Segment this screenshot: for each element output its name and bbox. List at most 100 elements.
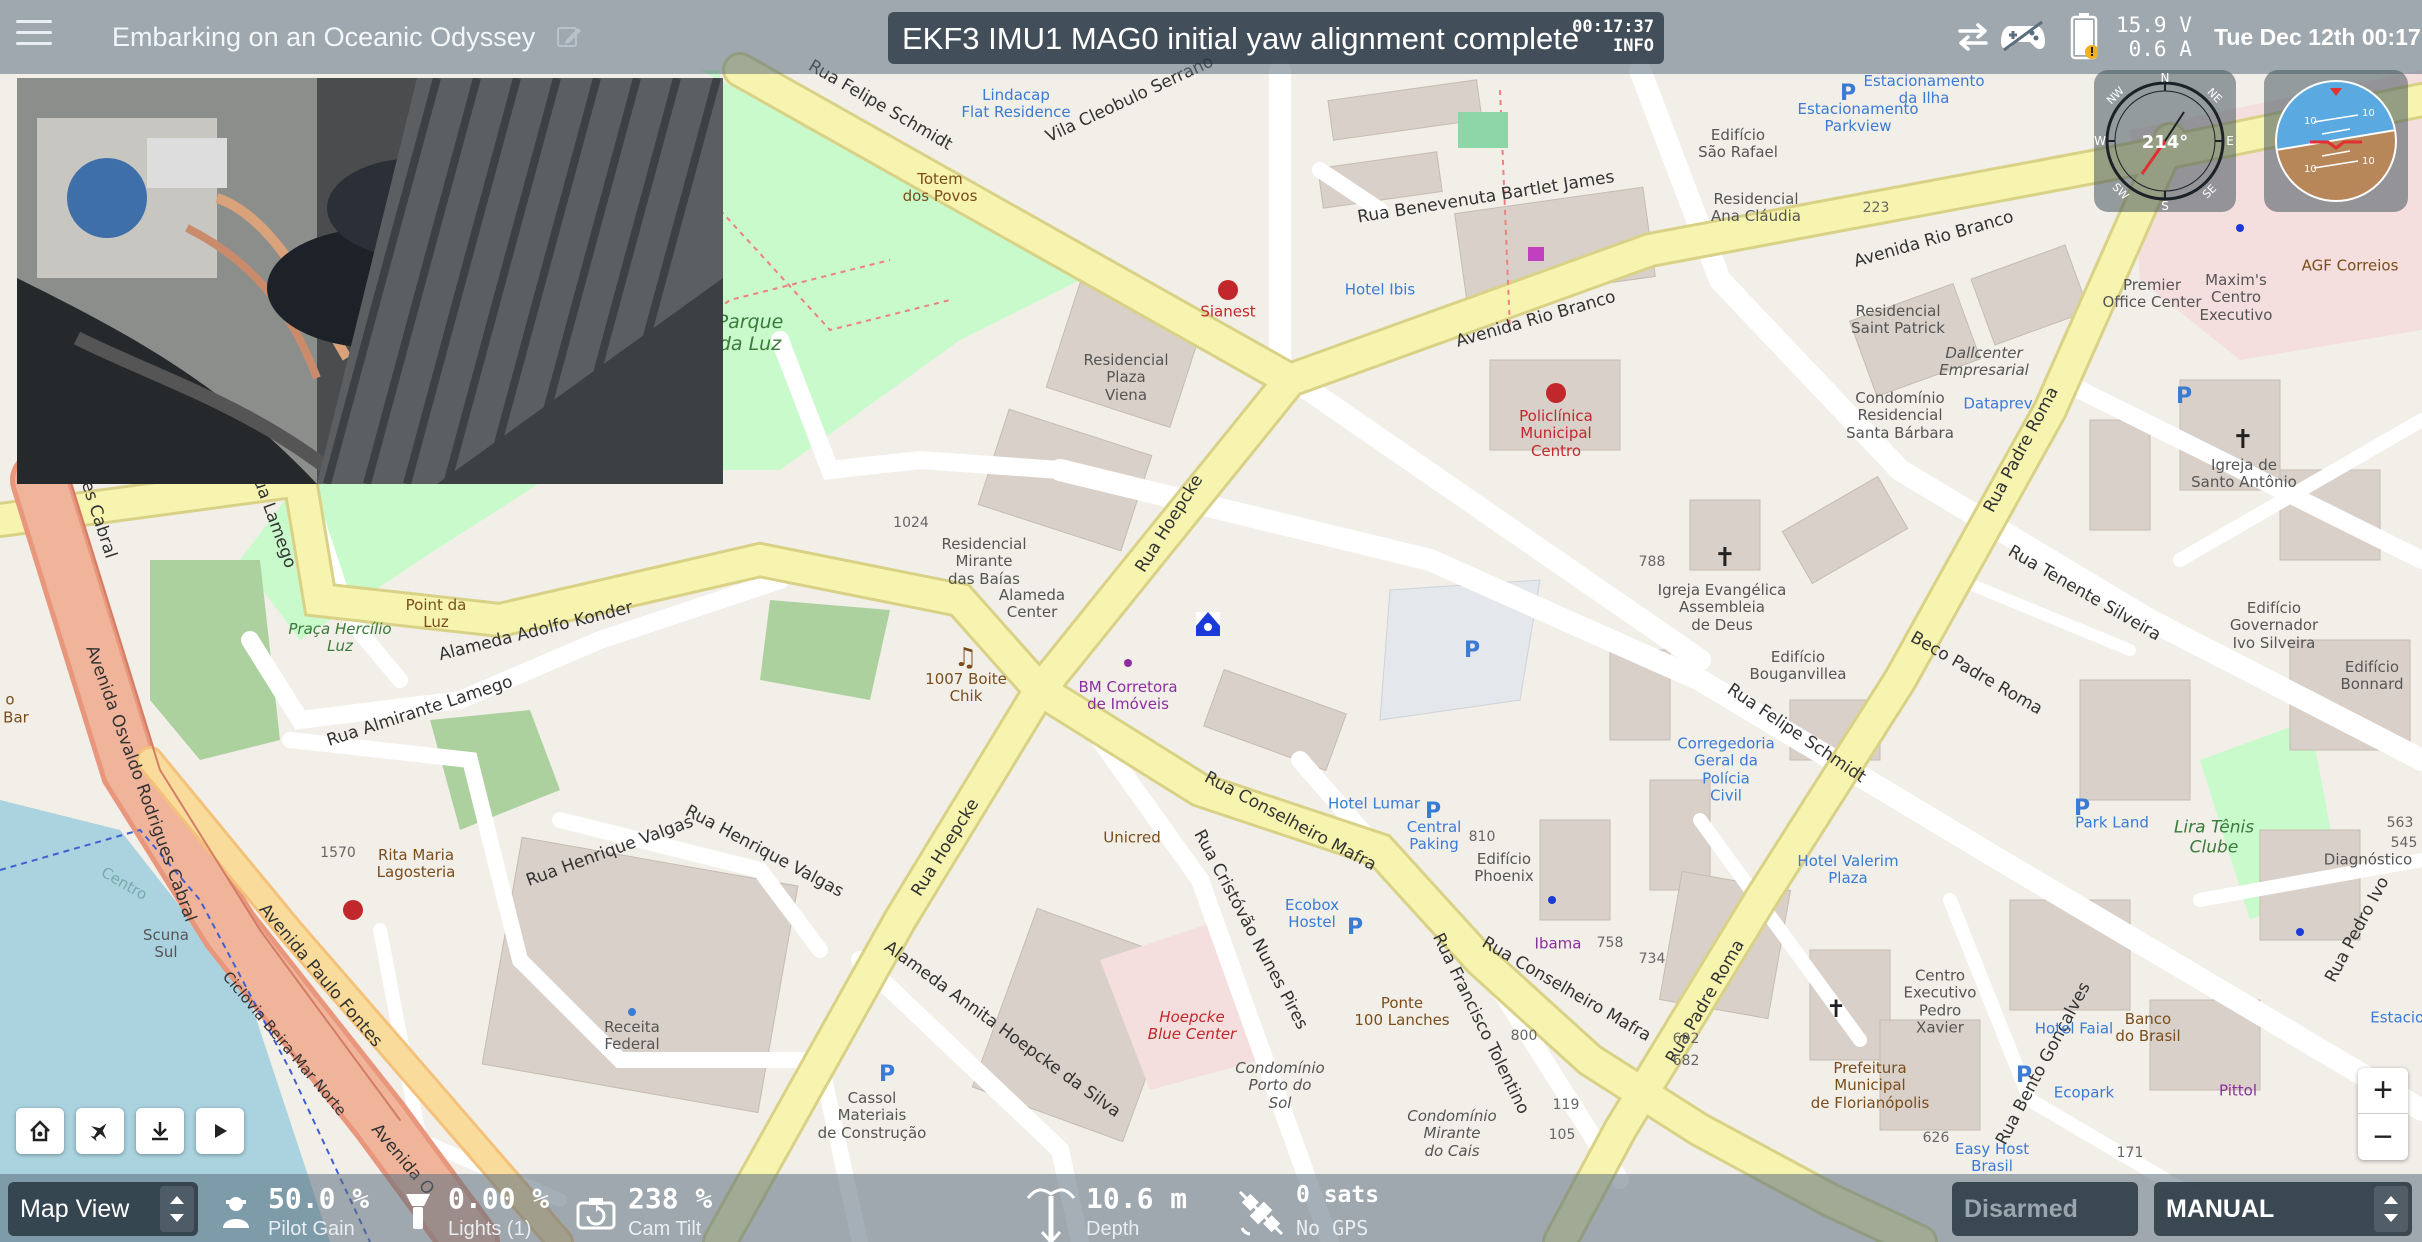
map-label: 626 [1922, 1129, 1950, 1146]
download-mission-button[interactable] [136, 1108, 184, 1154]
ground-control-screen: P P P P P P P P ✝ ✝ ✝ ♫ Rua Felipe Schmi… [0, 0, 2422, 1242]
compass-n: N [2161, 71, 2170, 85]
battery-current: 0.6 A [2128, 37, 2192, 62]
map-label: 810 [1468, 828, 1496, 845]
map-label: 1024 [893, 514, 929, 531]
gps-value: 0 sats [1296, 1182, 1380, 1208]
pitch-mark: 10 [2304, 116, 2317, 127]
map-label: AGF Correios [2301, 256, 2399, 275]
battery-readout: 15.9 V 0.6 A [2116, 13, 2192, 61]
vehicle-focus-button[interactable] [76, 1108, 124, 1154]
map-label: 563 [2386, 814, 2414, 831]
map-label: Cassol Materiais de Construção [817, 1089, 927, 1142]
attitude-indicator[interactable]: 10 10 10 10 [2264, 70, 2408, 212]
start-mission-button[interactable] [196, 1108, 244, 1154]
camera-video-feed[interactable] [17, 78, 723, 484]
map-label: 119 [1552, 1096, 1580, 1113]
map-label: 105 [1548, 1126, 1576, 1143]
map-label: 1570 [320, 844, 356, 861]
mission-title[interactable]: Embarking on an Oceanic Odyssey [112, 22, 535, 53]
pilot-gain-value: 50.0 % [268, 1182, 370, 1215]
map-label: Rita Maria Lagosteria [376, 845, 456, 881]
gamepad-icon[interactable] [2000, 20, 2046, 54]
connection-arrows-icon[interactable] [1956, 20, 1990, 54]
map-label: 545 [2390, 834, 2418, 851]
pitch-mark: 10 [2304, 164, 2317, 175]
vehicle-home-marker [1196, 612, 1220, 636]
lights-widget[interactable]: 0.00 % Lights (1) [400, 1182, 570, 1242]
pilot-icon [223, 1197, 249, 1228]
pitch-mark: 10 [2362, 156, 2375, 167]
gps-widget[interactable]: 0 sats No GPS [1236, 1182, 1416, 1242]
airplane-icon [90, 1123, 107, 1142]
menu-icon[interactable] [16, 20, 52, 54]
map-label: Maxim's Centro Executivo [2199, 271, 2273, 324]
map-label: Residencial Mirante das Baías [941, 535, 1027, 588]
zoom-out-button[interactable]: − [2358, 1114, 2408, 1160]
svg-text:✝: ✝ [2232, 425, 2254, 455]
edit-icon[interactable] [556, 24, 582, 50]
map-label: Estacionamento Parkview [1797, 99, 1919, 135]
map-label: o [5, 690, 15, 709]
map-label: Ibama [1534, 934, 1582, 953]
map-label: Hoepcke Blue Center [1147, 1007, 1237, 1043]
arm-toggle[interactable]: Disarmed [1952, 1182, 2138, 1236]
map-label: Prefeitura Municipal de Florianópolis [1810, 1059, 1930, 1112]
map-label: 758 [1596, 934, 1624, 951]
map-label: Ecobox Hostel [1284, 895, 1340, 931]
compass-e: E [2226, 134, 2234, 148]
status-message-box[interactable]: EKF3 IMU1 MAG0 initial yaw alignment com… [888, 12, 1664, 64]
map-label: Praça Hercílio Luz [288, 619, 392, 655]
status-timestamp: 00:17:37 INFO [1572, 18, 1654, 55]
map-label: Edifício Bouganvillea [1749, 647, 1847, 683]
compass-nw: NW [2104, 84, 2127, 107]
flight-mode-selector[interactable]: MANUAL [2154, 1182, 2412, 1236]
map-label: Residencial Saint Patrick [1851, 301, 1945, 337]
map-label: Hotel Ibis [1344, 280, 1416, 299]
compass-widget[interactable]: N S W E NW NE SW SE 214° [2094, 70, 2236, 213]
cam-tilt-widget[interactable]: 238 % Cam Tilt [574, 1182, 744, 1242]
map-label: Dallcenter Empresarial [1939, 343, 2029, 379]
map-label: 800 [1510, 1027, 1538, 1044]
map-label: Point da Luz [405, 595, 467, 631]
home-button[interactable] [16, 1108, 64, 1154]
battery-icon [2070, 13, 2098, 60]
map-label: Estacion [2370, 1008, 2422, 1027]
map-label: Parque da Luz [716, 311, 784, 355]
map-label: Premier Office Center [2102, 275, 2202, 311]
depth-value: 10.6 m [1086, 1182, 1188, 1215]
select-arrows-icon [2374, 1186, 2408, 1232]
cam-tilt-label: Cam Tilt [628, 1218, 702, 1240]
map-label: Condomínio Mirante do Cais [1407, 1107, 1497, 1160]
map-label: Condomínio Porto do Sol [1235, 1059, 1325, 1112]
gps-label: No GPS [1296, 1216, 1369, 1240]
map-label: Pittol [2219, 1081, 2257, 1100]
map-label: 734 [1638, 950, 1666, 967]
download-icon [152, 1122, 168, 1141]
home-icon [30, 1120, 50, 1142]
battery-voltage: 15.9 V [2116, 13, 2192, 37]
map-label: Residencial Plaza Viena [1083, 351, 1169, 404]
map-label: Banco do Brasil [2115, 1009, 2181, 1045]
compass-w: W [2094, 134, 2106, 148]
map-label: Centro Executivo Pedro Xavier [1903, 966, 1977, 1037]
depth-widget[interactable]: 10.6 m Depth [1024, 1182, 1204, 1242]
map-label: Bar [3, 708, 29, 727]
map-label: Igreja de Santo Antônio [2191, 455, 2297, 491]
map-label: Hotel Lumar [1327, 794, 1421, 813]
svg-text:P: P [879, 1062, 895, 1087]
svg-text:P: P [2176, 384, 2192, 409]
map-label: 692 [1672, 1030, 1700, 1047]
map-label: Residencial Ana Cláudia [1711, 189, 1801, 225]
pilot-gain-widget[interactable]: 50.0 % Pilot Gain [220, 1182, 390, 1242]
lights-label: Lights (1) [448, 1218, 532, 1240]
zoom-in-button[interactable]: + [2358, 1068, 2408, 1114]
map-label: Lindacap Flat Residence [961, 85, 1071, 121]
compass-dial: N S W E NW NE SW SE 214° [2094, 71, 2234, 213]
view-selector[interactable]: Map View [8, 1182, 198, 1236]
status-level: INFO [1613, 35, 1654, 56]
camera-tilt-icon [576, 1198, 616, 1230]
pitch-mark: 10 [2362, 108, 2375, 119]
map-label: Dataprev [1963, 394, 2033, 413]
map-label: 171 [2116, 1144, 2144, 1161]
